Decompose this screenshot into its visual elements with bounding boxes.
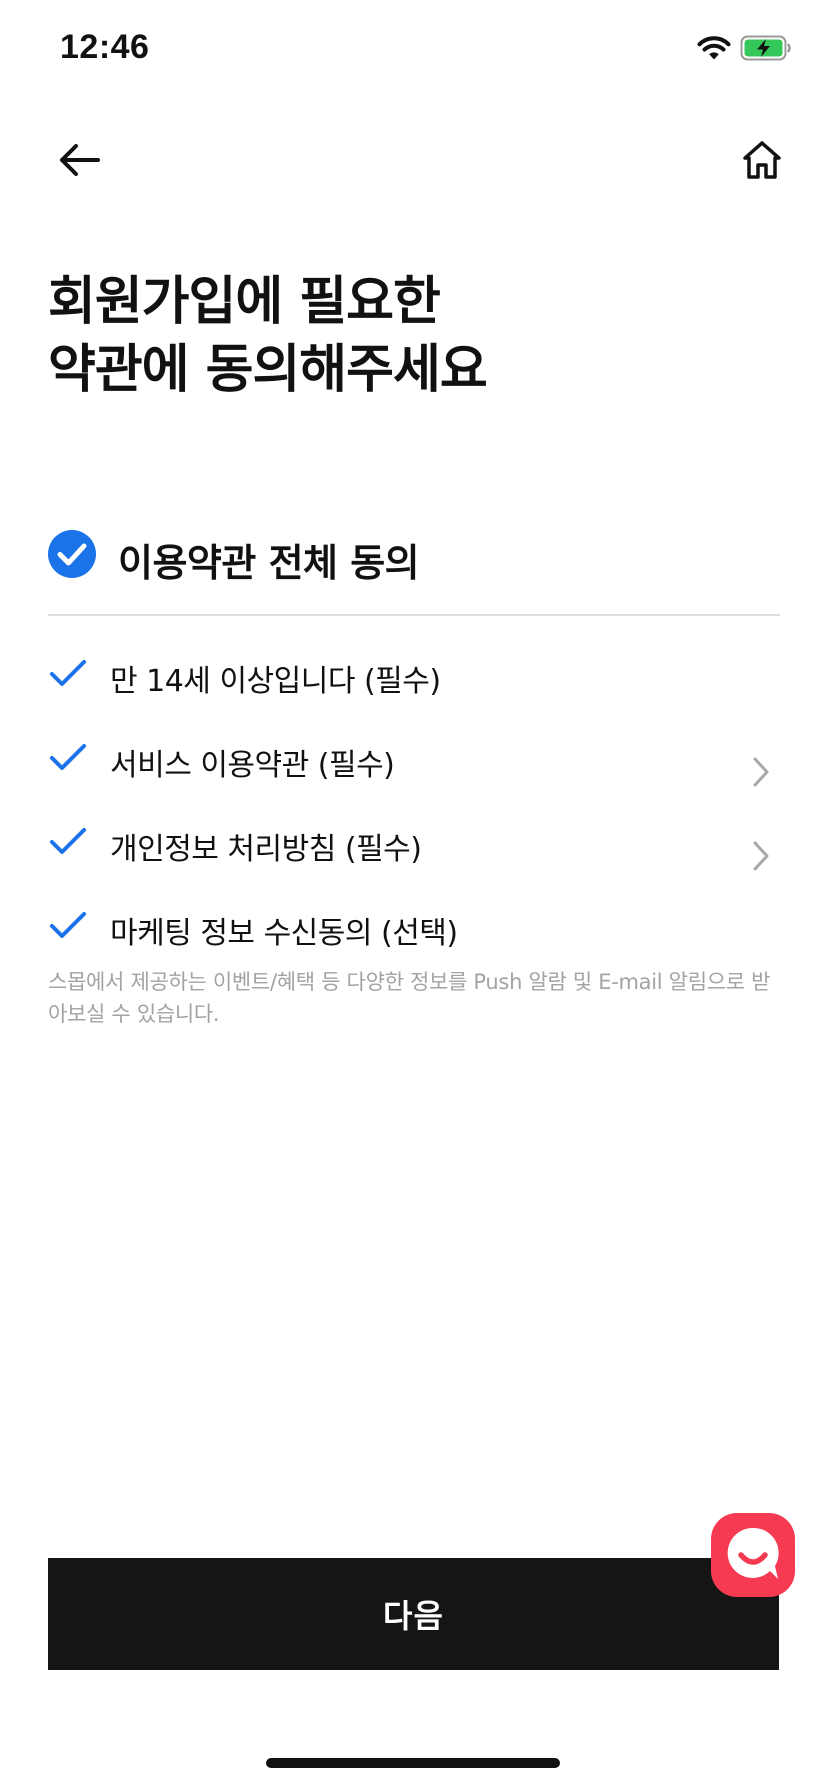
agree-all-label: 이용약관 전체 동의: [118, 541, 420, 585]
check-icon: [50, 744, 86, 770]
check-icon: [50, 912, 86, 938]
check-icon: [50, 828, 86, 854]
term-row-marketing[interactable]: 마케팅 정보 수신동의 (선택): [48, 898, 780, 954]
next-button[interactable]: 다음: [48, 1558, 779, 1670]
chat-smile-icon[interactable]: [708, 1510, 798, 1600]
check-circle-icon: [48, 530, 96, 578]
home-indicator: [266, 1758, 560, 1768]
status-time: 12:46: [60, 28, 150, 66]
term-row-privacy[interactable]: 개인정보 처리방침 (필수): [48, 814, 780, 871]
chevron-right-icon[interactable]: [750, 838, 772, 874]
back-arrow-icon[interactable]: [54, 138, 106, 182]
chevron-right-icon[interactable]: [750, 754, 772, 790]
agree-all-checkbox[interactable]: 이용약관 전체 동의: [48, 526, 778, 585]
battery-charging-icon: [740, 35, 791, 61]
wifi-icon: [697, 36, 731, 60]
status-bar: 12:46: [0, 0, 828, 100]
check-icon: [50, 660, 86, 686]
term-label: 마케팅 정보 수신동의 (선택): [110, 916, 458, 951]
term-row-age[interactable]: 만 14세 이상입니다 (필수): [48, 646, 780, 702]
term-label: 개인정보 처리방침 (필수): [110, 832, 422, 867]
divider: [48, 614, 780, 616]
term-label: 만 14세 이상입니다 (필수): [110, 664, 441, 699]
page-title: 회원가입에 필요한 약관에 동의해주세요: [48, 272, 488, 400]
term-row-service[interactable]: 서비스 이용약관 (필수): [48, 730, 780, 787]
term-label: 서비스 이용약관 (필수): [110, 748, 395, 783]
marketing-description: 스몹에서 제공하는 이벤트/혜택 등 다양한 정보를 Push 알람 및 E-m…: [48, 970, 771, 1026]
home-icon[interactable]: [740, 138, 784, 182]
